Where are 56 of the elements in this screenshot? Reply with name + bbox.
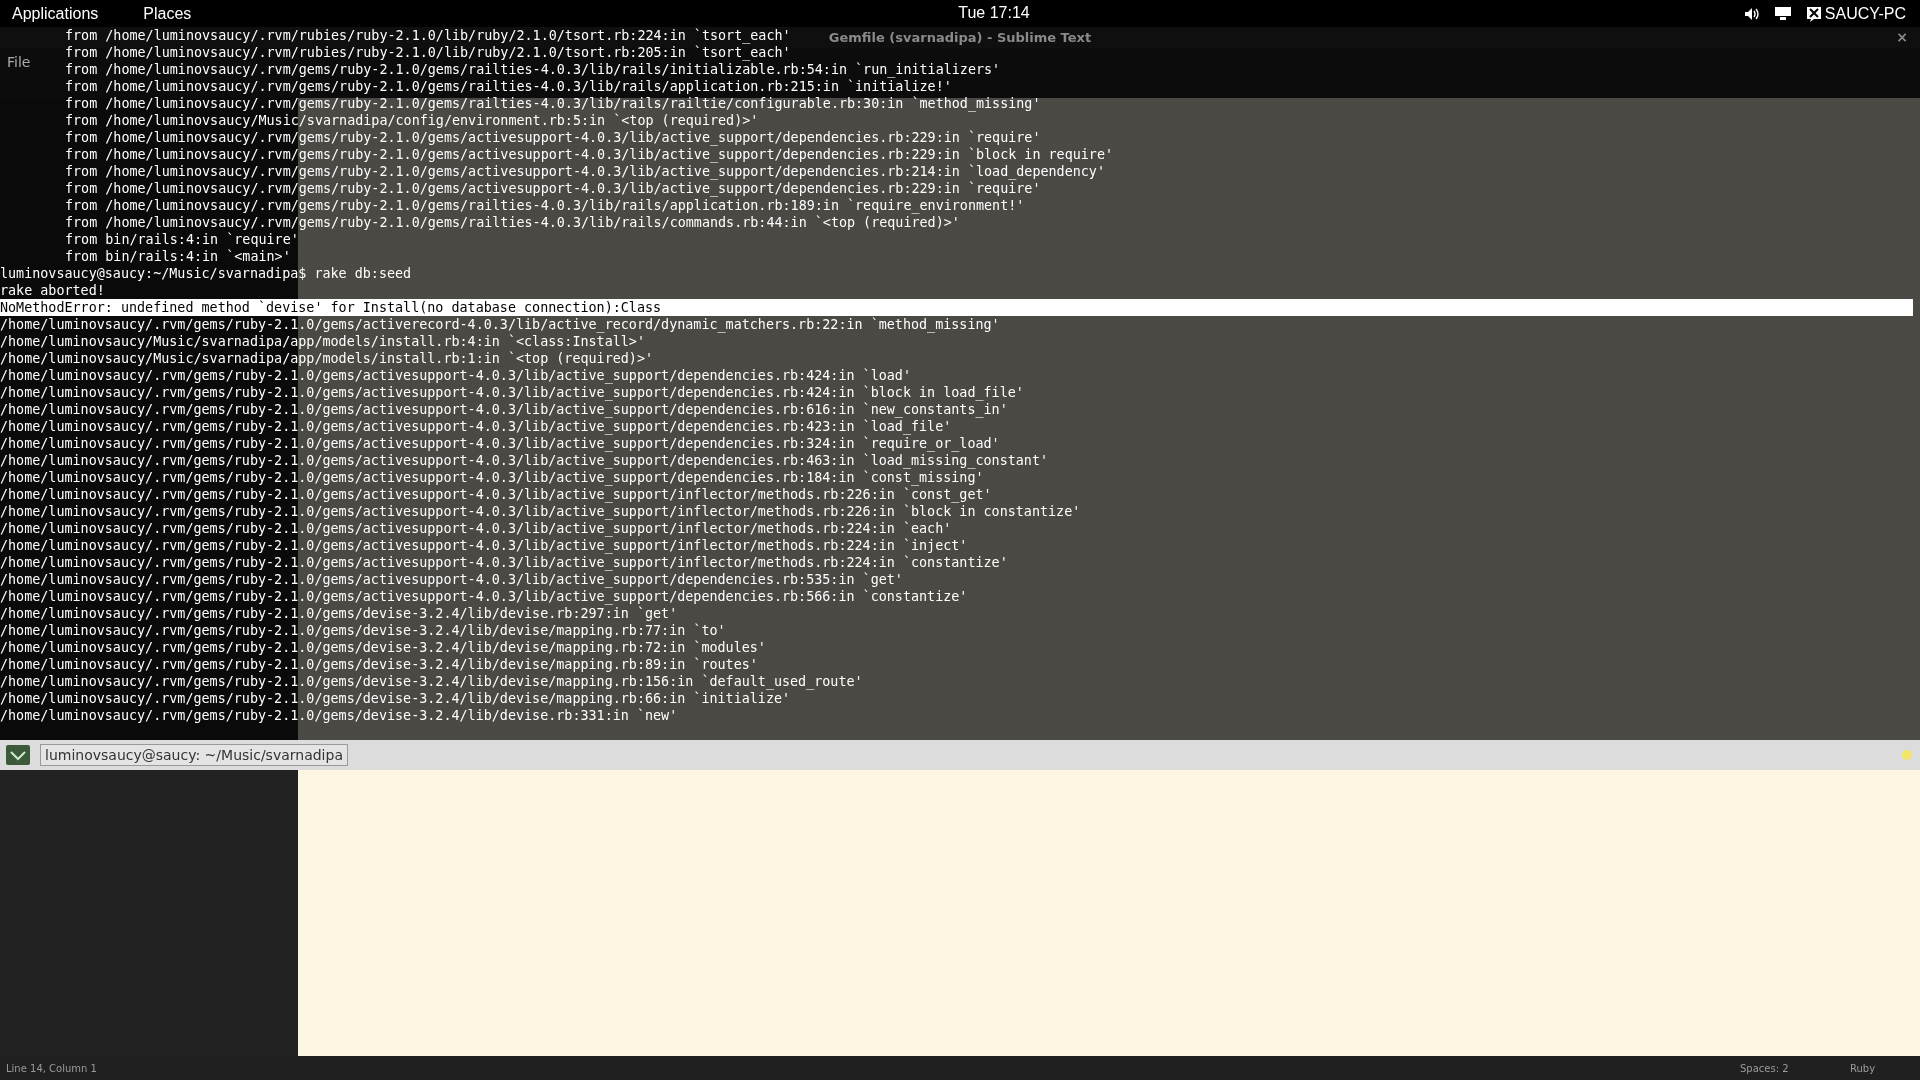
terminal-line: from /home/luminovsaucy/.rvm/gems/ruby-2.1.0/gems/activesupport-4.0.3/lib/active_support/dependencies.rb:214:in `load_dependency' bbox=[65, 164, 1105, 179]
terminal-line: /home/luminovsaucy/.rvm/gems/ruby-2.1.0/gems/activesupport-4.0.3/lib/active_support/inflector/methods.rb:224:in `constantize' bbox=[0, 555, 1008, 570]
taskbar-button[interactable]: luminovsaucy@saucy: ~/Music/svarnadipa bbox=[40, 744, 348, 766]
window-title: Gemfile (svarnadipa) - Sublime Text bbox=[828, 30, 1092, 45]
terminal-line: /home/luminovsaucy/.rvm/gems/ruby-2.1.0/gems/activesupport-4.0.3/lib/active_support/dependencies.rb:616:in `new_constants_in' bbox=[0, 402, 1008, 417]
terminal-line: from /home/luminovsaucy/Music/svarnadipa/config/environment.rb:5:in `<top (required)>' bbox=[65, 113, 759, 128]
terminal-line: /home/luminovsaucy/.rvm/gems/ruby-2.1.0/gems/activesupport-4.0.3/lib/active_support/dependencies.rb:424:in `block in load_file' bbox=[0, 385, 1024, 400]
syntax-setting[interactable]: Ruby bbox=[1850, 1062, 1920, 1074]
terminal-line: from /home/luminovsaucy/.rvm/gems/ruby-2.1.0/gems/railties-4.0.3/lib/rails/initializable.rb:54:in `run_initializers' bbox=[65, 62, 1001, 77]
terminal-line: /home/luminovsaucy/.rvm/gems/ruby-2.1.0/gems/activesupport-4.0.3/lib/active_support/inflector/methods.rb:224:in `each' bbox=[0, 521, 952, 536]
terminal-line: /home/luminovsaucy/.rvm/gems/ruby-2.1.0/gems/activesupport-4.0.3/lib/active_support/dependencies.rb:463:in `load_missing_constant' bbox=[0, 453, 1049, 468]
terminal-line: from /home/luminovsaucy/.rvm/gems/ruby-2.1.0/gems/railties-4.0.3/lib/rails/commands.rb:44:in `<top (required)>' bbox=[65, 215, 960, 230]
terminal-line: from bin/rails:4:in `<main>' bbox=[65, 249, 291, 264]
terminal-line: from /home/luminovsaucy/.rvm/rubies/ruby-2.1.0/lib/ruby/2.1.0/tsort.rb:205:in `tsort_each' bbox=[65, 45, 791, 60]
terminal-line: from /home/luminovsaucy/.rvm/gems/ruby-2.1.0/gems/railties-4.0.3/lib/rails/application.rb:215:in `initialize!' bbox=[65, 79, 952, 94]
terminal-line: /home/luminovsaucy/.rvm/gems/ruby-2.1.0/gems/activerecord-4.0.3/lib/active_record/dynamic_matchers.rb:22:in `method_missing' bbox=[0, 317, 1000, 332]
panel-menu[interactable]: Places bbox=[143, 4, 192, 23]
volume-icon[interactable] bbox=[1743, 6, 1760, 21]
terminal-line: from /home/luminovsaucy/.rvm/gems/ruby-2.1.0/gems/activesupport-4.0.3/lib/active_support/dependencies.rb:229:in `require' bbox=[65, 130, 1041, 145]
terminal-line: /home/luminovsaucy/Music/svarnadipa/app/models/install.rb:4:in `<class:Install>' bbox=[0, 334, 645, 349]
terminal-line: /home/luminovsaucy/.rvm/gems/ruby-2.1.0/gems/devise-3.2.4/lib/devise.rb:297:in `get' bbox=[0, 606, 678, 621]
terminal-line: from bin/rails:4:in `require' bbox=[65, 232, 299, 247]
selected-terminal-line: NoMethodError: undefined method `devise' for Install(no database connection):Class bbox=[0, 300, 662, 315]
terminal-line: /home/luminovsaucy/.rvm/gems/ruby-2.1.0/gems/activesupport-4.0.3/lib/active_support/dependencies.rb:423:in `load_file' bbox=[0, 419, 952, 434]
monitor-icon[interactable] bbox=[1773, 6, 1792, 21]
clock[interactable]: Tue 17:14 bbox=[958, 4, 1030, 22]
terminal-icon[interactable] bbox=[6, 745, 30, 765]
terminal-line: /home/luminovsaucy/Music/svarnadipa/app/models/install.rb:1:in `<top (required)>' bbox=[0, 351, 653, 366]
terminal-line: from /home/luminovsaucy/.rvm/gems/ruby-2.1.0/gems/activesupport-4.0.3/lib/active_support/dependencies.rb:229:in `block in require' bbox=[65, 147, 1114, 162]
user-menu[interactable]: SAUCY-PC bbox=[1805, 4, 1906, 23]
close-box-icon bbox=[1805, 5, 1822, 22]
terminal-line: /home/luminovsaucy/.rvm/gems/ruby-2.1.0/gems/devise-3.2.4/lib/devise/mapping.rb:156:in `default_used_route' bbox=[0, 674, 863, 689]
terminal-line: /home/luminovsaucy/.rvm/gems/ruby-2.1.0/gems/activesupport-4.0.3/lib/active_support/inflector/methods.rb:224:in `inject' bbox=[0, 538, 968, 553]
close-button[interactable]: × bbox=[1896, 29, 1908, 45]
terminal-line: /home/luminovsaucy/.rvm/gems/ruby-2.1.0/gems/devise-3.2.4/lib/devise/mapping.rb:72:in `modules' bbox=[0, 640, 766, 655]
terminal-line: /home/luminovsaucy/.rvm/gems/ruby-2.1.0/gems/activesupport-4.0.3/lib/active_support/inflector/methods.rb:226:in `block in constantize' bbox=[0, 504, 1081, 519]
terminal-line: /home/luminovsaucy/.rvm/gems/ruby-2.1.0/gems/devise-3.2.4/lib/devise/mapping.rb:89:in `routes' bbox=[0, 657, 758, 672]
terminal-line: rake aborted! bbox=[0, 283, 105, 298]
indentation-setting[interactable]: Spaces: 2 bbox=[1740, 1062, 1850, 1074]
panel-menu[interactable]: Applications bbox=[12, 4, 99, 23]
terminal-line: /home/luminovsaucy/.rvm/gems/ruby-2.1.0/gems/activesupport-4.0.3/lib/active_support/dependencies.rb:424:in `load' bbox=[0, 368, 911, 383]
terminal-line: from /home/luminovsaucy/.rvm/gems/ruby-2.1.0/gems/railties-4.0.3/lib/rails/railtie/configurable.rb:30:in `method_missing' bbox=[65, 96, 1041, 111]
terminal-line: /home/luminovsaucy/.rvm/gems/ruby-2.1.0/gems/activesupport-4.0.3/lib/active_support/dependencies.rb:566:in `constantize' bbox=[0, 589, 968, 604]
terminal-line: /home/luminovsaucy/.rvm/gems/ruby-2.1.0/gems/devise-3.2.4/lib/devise/mapping.rb:77:in `to' bbox=[0, 623, 726, 638]
terminal-line: /home/luminovsaucy/.rvm/gems/ruby-2.1.0/gems/activesupport-4.0.3/lib/active_support/dependencies.rb:535:in `get' bbox=[0, 572, 903, 587]
terminal-line: luminovsaucy@saucy:~/Music/svarnadipa$ rake db:seed bbox=[0, 266, 412, 281]
terminal-line: from /home/luminovsaucy/.rvm/rubies/ruby-2.1.0/lib/ruby/2.1.0/tsort.rb:224:in `tsort_each' bbox=[65, 28, 791, 43]
cursor-position: Line 14, Column 1 bbox=[6, 1062, 97, 1074]
terminal-line: /home/luminovsaucy/.rvm/gems/ruby-2.1.0/gems/activesupport-4.0.3/lib/active_support/inflector/methods.rb:226:in `const_get' bbox=[0, 487, 992, 502]
terminal-line: from /home/luminovsaucy/.rvm/gems/ruby-2.1.0/gems/activesupport-4.0.3/lib/active_support/dependencies.rb:229:in `require' bbox=[65, 181, 1041, 196]
terminal-line: /home/luminovsaucy/.rvm/gems/ruby-2.1.0/gems/devise-3.2.4/lib/devise/mapping.rb:66:in `initialize' bbox=[0, 691, 791, 706]
terminal-line: /home/luminovsaucy/.rvm/gems/ruby-2.1.0/gems/devise-3.2.4/lib/devise.rb:331:in `new' bbox=[0, 708, 678, 723]
terminal-line: from /home/luminovsaucy/.rvm/gems/ruby-2.1.0/gems/railties-4.0.3/lib/rails/application.rb:189:in `require_environment!' bbox=[65, 198, 1025, 213]
menu-item[interactable]: File bbox=[7, 54, 31, 70]
terminal-line: /home/luminovsaucy/.rvm/gems/ruby-2.1.0/gems/activesupport-4.0.3/lib/active_support/dependencies.rb:324:in `require_or_load' bbox=[0, 436, 1000, 451]
terminal-line: /home/luminovsaucy/.rvm/gems/ruby-2.1.0/gems/activesupport-4.0.3/lib/active_support/dependencies.rb:184:in `const_missing' bbox=[0, 470, 984, 485]
